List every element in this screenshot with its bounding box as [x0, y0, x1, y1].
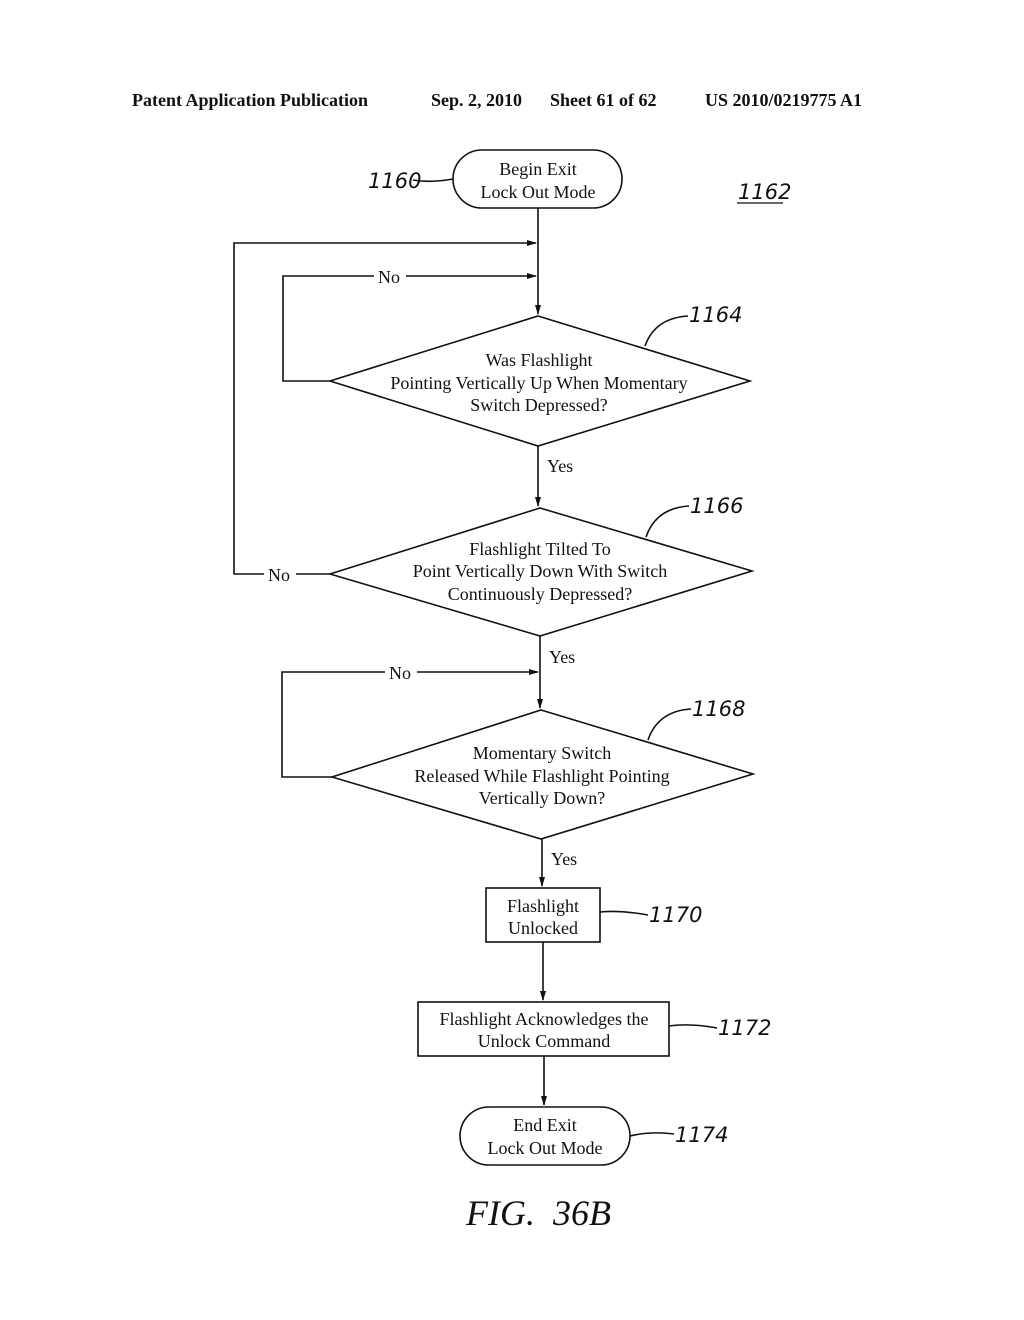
start-label-line2: Lock Out Mode	[481, 182, 596, 202]
decision-1166-line1: Flashlight Tilted To	[469, 539, 610, 559]
edge-label-1168-no: No	[389, 663, 411, 683]
leader-1168	[647, 708, 692, 741]
decision-1168-line2: Released While Flashlight Pointing	[414, 766, 669, 786]
ref-1162: 1162	[738, 180, 791, 204]
flowchart: Begin Exit Lock Out Mode Was Flashlight …	[233, 149, 791, 1233]
decision-1168-line1: Momentary Switch	[473, 743, 611, 763]
leader-1164	[644, 315, 689, 347]
start-label-line1: Begin Exit	[499, 159, 577, 179]
leader-1166	[645, 505, 690, 538]
edge-label-1166-no: No	[268, 565, 290, 585]
process-1172-line1: Flashlight Acknowledges the	[440, 1009, 649, 1029]
decision-1168-line3: Vertically Down?	[479, 788, 605, 808]
process-1170-line2: Unlocked	[508, 918, 578, 938]
ref-1174: 1174	[675, 1123, 728, 1147]
decision-1166-line2: Point Vertically Down With Switch	[413, 561, 668, 581]
ref-1164: 1164	[689, 303, 742, 327]
decision-1164-line2: Pointing Vertically Up When Momentary	[390, 373, 687, 393]
ref-1170: 1170	[649, 903, 702, 927]
decision-1164-line1: Was Flashlight	[485, 350, 592, 370]
end-label-line2: Lock Out Mode	[488, 1138, 603, 1158]
process-1170-line1: Flashlight	[507, 896, 579, 916]
edge-label-1164-no: No	[378, 267, 400, 287]
end-label-line1: End Exit	[513, 1115, 577, 1135]
ref-1166: 1166	[690, 494, 743, 518]
edge-label-1166-yes: Yes	[549, 647, 575, 667]
decision-1166-line3: Continuously Depressed?	[448, 584, 632, 604]
ref-1172: 1172	[718, 1016, 771, 1040]
leader-1172	[668, 1024, 718, 1029]
edge-label-1168-yes: Yes	[551, 849, 577, 869]
figure-label: FIG. 36B	[465, 1193, 611, 1233]
leader-1170	[599, 910, 649, 916]
edge-label-1164-yes: Yes	[547, 456, 573, 476]
decision-1164-line3: Switch Depressed?	[470, 395, 607, 415]
ref-1168: 1168	[692, 697, 745, 721]
ref-1160: 1160	[368, 169, 421, 193]
leader-1174	[629, 1132, 675, 1137]
process-1172-line2: Unlock Command	[478, 1031, 611, 1051]
